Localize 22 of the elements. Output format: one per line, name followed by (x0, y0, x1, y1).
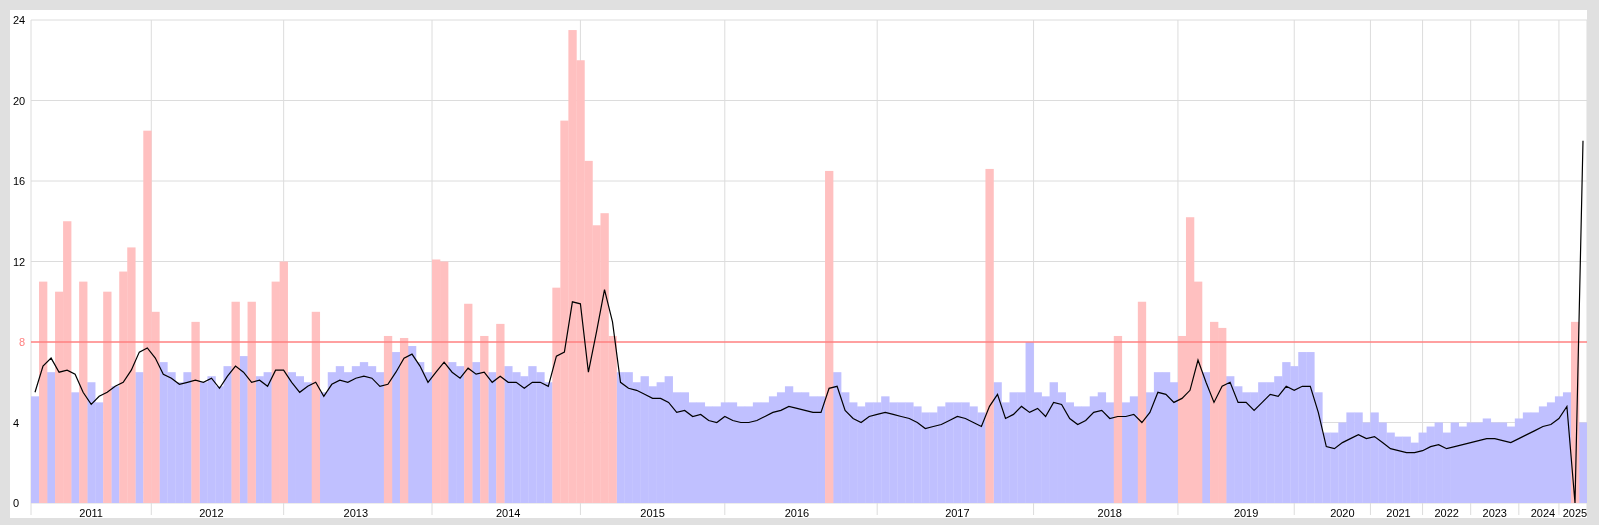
axis-label: 2012 (199, 507, 224, 518)
axis-label: 2025 (1562, 507, 1587, 518)
axis-label: 2013 (343, 507, 369, 518)
axis-label: 20 (13, 94, 26, 107)
axis-label: 2018 (1097, 507, 1122, 518)
axis-label: 16 (13, 175, 26, 187)
axis-label: 2022 (1434, 507, 1459, 518)
axis-label: 2015 (640, 507, 665, 518)
axis-label: 0 (13, 497, 20, 509)
axis-label: 2017 (945, 507, 970, 518)
axis-label: 2011 (79, 507, 103, 518)
axis-label: 2020 (1330, 507, 1355, 518)
axis-label: 2016 (784, 507, 810, 518)
axis-label: 24 (13, 14, 26, 26)
axis-label: 2014 (496, 507, 521, 518)
axis-label: 4 (13, 416, 20, 429)
axis-label: 2021 (1386, 507, 1411, 518)
threshold-label: 8 (19, 336, 26, 348)
axis-label: 2024 (1530, 507, 1556, 518)
axis-label: 12 (13, 255, 26, 268)
axis-label: 2023 (1482, 507, 1507, 518)
axis-label: 2019 (1233, 507, 1259, 518)
